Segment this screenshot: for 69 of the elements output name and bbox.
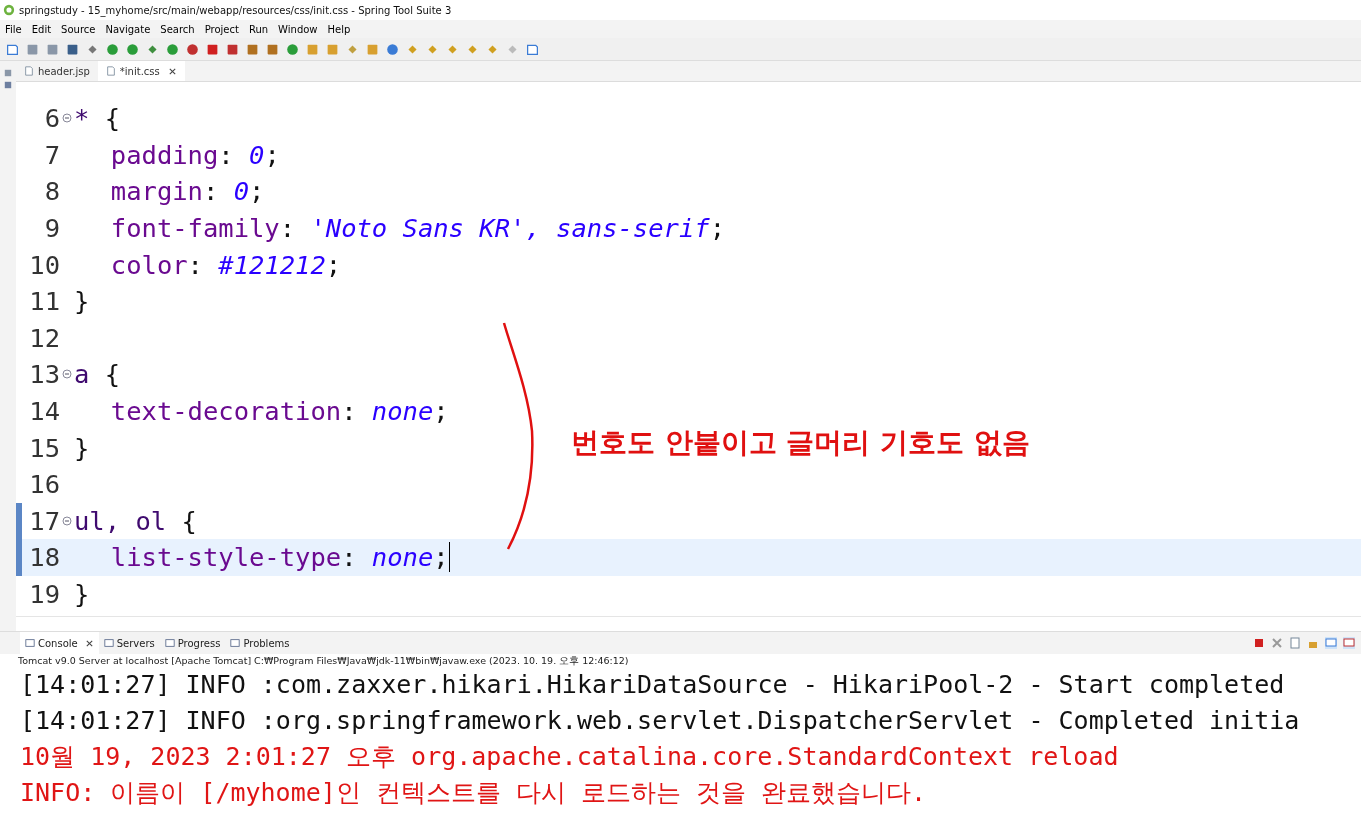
line-number: 14 — [28, 396, 60, 427]
window-icon — [103, 638, 114, 648]
line-number: 8 — [43, 176, 60, 207]
menu-item[interactable]: Window — [278, 23, 318, 35]
app-logo-icon — [3, 4, 15, 16]
code-line: text-decoration: none; — [109, 396, 449, 427]
code-line: } — [74, 579, 90, 609]
line-number: 11 — [28, 286, 60, 317]
fold-icon[interactable] — [62, 515, 72, 526]
view-tab[interactable]: Console — [20, 632, 99, 654]
line-number: 12 — [28, 322, 60, 353]
code-line: list-style-type: none; — [109, 542, 449, 573]
console-icon[interactable] — [1343, 637, 1355, 649]
console-line: [14:01:27] INFO :com.zaxxer.hikari.HikariDataSource - HikariPool-2 - Start completed — [20, 669, 1285, 701]
code-line: a { — [74, 359, 121, 390]
menu-item[interactable]: Search — [160, 23, 195, 35]
menu-item[interactable]: Source — [61, 23, 96, 35]
code-line: color: #121212; — [109, 249, 342, 280]
line-number: 19 — [28, 579, 60, 609]
editor-tab[interactable]: *init.css — [97, 61, 185, 81]
line-number: 9 — [43, 213, 60, 244]
annotation-text: 번호도 안붙이고 글머리 기호도 없음 — [571, 425, 1030, 461]
view-tab[interactable]: Problems — [225, 632, 295, 654]
line-number: 17 — [28, 505, 60, 536]
console-icon[interactable] — [1325, 637, 1337, 649]
view-tab[interactable]: Progress — [159, 632, 226, 654]
menu-item[interactable]: Project — [204, 23, 239, 35]
globe-icon[interactable] — [386, 42, 399, 56]
console-line: 10월 19, 2023 2:01:27 오후 org.apache.catalina.core.StandardContext reload — [20, 741, 1119, 773]
file-icon — [105, 66, 116, 76]
menu-item[interactable]: Edit — [31, 23, 52, 35]
window-icon — [230, 638, 241, 648]
close-icon[interactable] — [167, 66, 177, 76]
code-line: } — [74, 286, 90, 317]
code-line: padding: 0; — [109, 139, 280, 170]
console-line: [14:01:27] INFO :org.springframework.web.servlet.DispatcherServlet - Completed initia — [20, 705, 1300, 737]
fold-icon[interactable] — [62, 113, 72, 124]
stop-icon[interactable] — [206, 42, 219, 56]
stop-icon[interactable] — [1253, 637, 1265, 649]
file-icon — [24, 66, 34, 76]
window-icon — [164, 638, 175, 648]
code-line: margin: 0; — [109, 176, 265, 207]
line-number: 18 — [28, 542, 60, 573]
line-number: 7 — [43, 139, 60, 170]
menu-item[interactable]: Run — [248, 23, 269, 35]
editor-tab[interactable]: header.jsp — [16, 61, 98, 81]
new-file-icon[interactable] — [6, 42, 19, 56]
menu-item[interactable]: File — [5, 23, 22, 35]
window-icon[interactable] — [526, 42, 539, 56]
console-header: Tomcat v9.0 Server at localhost [Apache Tomcat] C:₩Program Files₩Java₩jdk-11₩bin₩javaw.exe (2023. 10. 19. 오후 12:46:12) — [17, 654, 630, 667]
line-number: 10 — [28, 249, 60, 280]
line-number: 6 — [43, 103, 60, 134]
window-icon — [25, 638, 35, 648]
fold-icon[interactable] — [62, 369, 72, 380]
close-icon[interactable] — [84, 638, 94, 648]
line-number: 16 — [28, 469, 60, 500]
code-line: font-family: 'Noto Sans KR', sans-serif; — [109, 213, 725, 244]
code-line: * { — [74, 103, 121, 134]
code-line: ul, ol { — [74, 505, 197, 536]
run-icon[interactable] — [166, 42, 179, 56]
view-tab[interactable]: Servers — [98, 632, 160, 654]
window-title: springstudy - 15_myhome/src/main/webapp/resources/css/init.css - Spring Tool Suite 3 — [19, 4, 452, 16]
code-line: } — [74, 432, 90, 463]
line-number: 15 — [28, 432, 60, 463]
console-line: INFO: 이름이 [/myhome]인 컨텍스트를 다시 로드하는 것을 완료했습니다. — [20, 777, 927, 809]
menu-item[interactable]: Help — [327, 23, 351, 35]
menu-item[interactable]: Navigate — [105, 23, 151, 35]
line-number: 13 — [28, 359, 60, 390]
remove-icon[interactable] — [1271, 637, 1283, 649]
